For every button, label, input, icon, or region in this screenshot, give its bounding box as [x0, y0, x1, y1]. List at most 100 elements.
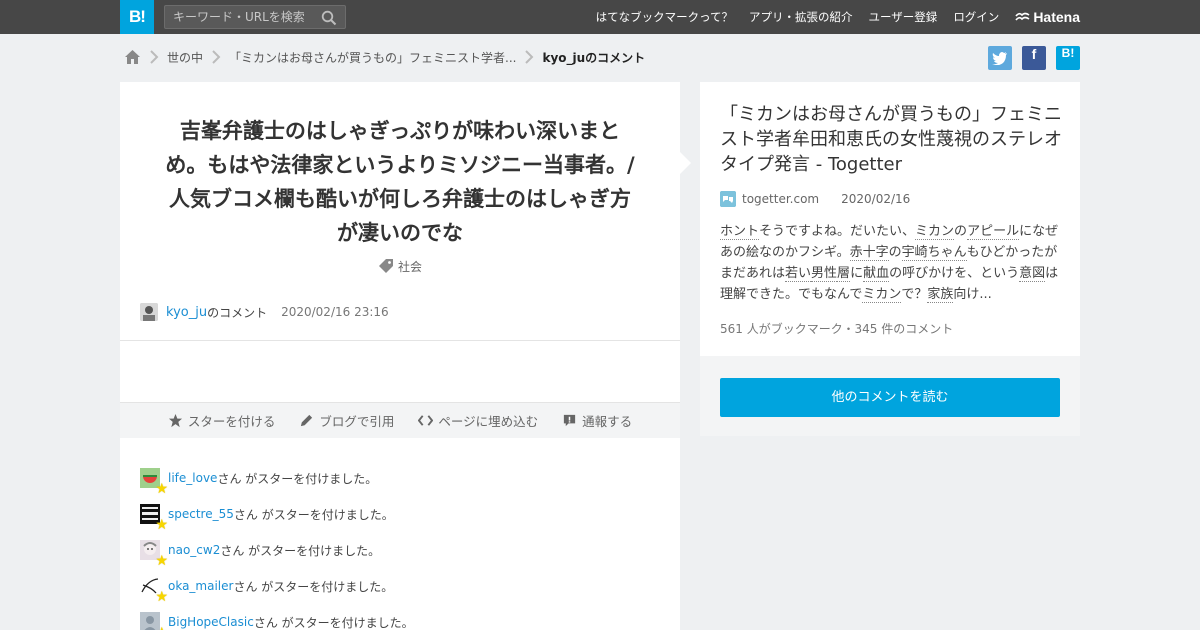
excerpt-text: の	[888, 245, 902, 260]
entry-summary: 「ミカンはお母さんが買うもの」フェミニスト学者牟田和恵氏の女性蔑視のステレオタイ…	[700, 82, 1080, 356]
hatena-bookmark-logo[interactable]: B!	[120, 0, 154, 34]
comment-tag[interactable]: 社会	[120, 258, 680, 275]
breadcrumb-category[interactable]: 世の中	[167, 49, 203, 66]
avatar[interactable]: ★	[140, 504, 168, 532]
keyword-link[interactable]: 若い	[785, 266, 812, 282]
keyword-link[interactable]: 男性	[811, 266, 838, 282]
nav-apps[interactable]: アプリ・拡張の紹介	[749, 9, 853, 25]
entry-meta: togetter.com 2020/02/16	[720, 191, 910, 207]
nav-about[interactable]: はてなブックマークって？	[596, 9, 733, 25]
keyword-link[interactable]: 赤十字	[849, 245, 889, 261]
avatar[interactable]	[140, 303, 158, 321]
chevron-right-icon	[212, 50, 221, 64]
keyword-link[interactable]: 意図	[1019, 266, 1046, 282]
comment-actions: スターを付ける ブログで引用 ページに埋め込む 通報する	[120, 403, 680, 438]
avatar[interactable]: ★	[140, 468, 168, 496]
star-message: さん がスターを付けました。	[220, 543, 381, 558]
share-twitter-button[interactable]	[988, 46, 1012, 70]
keyword-link[interactable]: ホント	[720, 224, 760, 240]
comment-username[interactable]: kyo_ju	[166, 305, 207, 320]
add-star-button[interactable]: スターを付ける	[168, 411, 276, 430]
chevron-right-icon	[150, 50, 159, 64]
twitter-icon	[992, 52, 1007, 66]
facebook-icon: f	[1031, 46, 1037, 62]
star-icon: ★	[155, 626, 168, 630]
comment-text: 吉峯弁護士のはしゃぎっぷりが味わい深いまとめ。もはや法律家というよりミソジニー当…	[165, 119, 635, 245]
home-icon[interactable]	[124, 49, 141, 65]
card-pointer	[680, 152, 691, 174]
star-icon: ★	[155, 481, 168, 497]
hatena-brand-link[interactable]: Hatena	[1015, 9, 1080, 25]
quote-in-blog-button[interactable]: ブログで引用	[299, 411, 394, 430]
avatar-image	[140, 303, 158, 321]
comment-user-line: kyo_ju のコメント 2020/02/16 23:16	[140, 302, 389, 322]
breadcrumb-entry[interactable]: 「ミカンはお母さんが買うもの」フェミニスト学者...	[229, 49, 516, 66]
nav-login[interactable]: ログイン	[953, 9, 999, 25]
entry-domain[interactable]: togetter.com	[742, 192, 819, 206]
keyword-link[interactable]: ミカン	[915, 224, 955, 240]
list-item: ★ nao_cw2 さん がスターを付けました。	[140, 532, 414, 568]
search-icon[interactable]	[321, 10, 337, 26]
entry-title[interactable]: 「ミカンはお母さんが買うもの」フェミニスト学者牟田和恵氏の女性蔑視のステレオタイ…	[720, 102, 1062, 177]
comment-card: 吉峯弁護士のはしゃぎっぷりが味わい深いまとめ。もはや法律家というよりミソジニー当…	[120, 82, 680, 630]
keyword-link[interactable]: アピール	[967, 224, 1020, 240]
share-hatena-button[interactable]: B!	[1056, 46, 1080, 70]
bookmark-counts[interactable]: 561 人がブックマーク・345 件のコメント	[720, 320, 953, 337]
search-input[interactable]	[165, 6, 315, 28]
star-username[interactable]: BigHopeClasic	[168, 615, 254, 629]
site-favicon-icon	[720, 191, 736, 207]
hatena-logo-icon	[1015, 12, 1030, 21]
keyword-link[interactable]: 層	[837, 266, 851, 282]
keyword-link[interactable]: 献血	[863, 266, 890, 282]
list-item: ★ BigHopeClasicさん がスターを付けました。	[140, 604, 414, 630]
list-item: ★ life_love さん がスターを付けました。	[140, 460, 414, 496]
hatena-brand-text: Hatena	[1033, 9, 1080, 25]
entry-card: 「ミカンはお母さんが買うもの」フェミニスト学者牟田和恵氏の女性蔑視のステレオタイ…	[700, 82, 1080, 436]
star-username[interactable]: spectre_55	[168, 507, 234, 521]
star-icon: ★	[155, 517, 168, 533]
keyword-link[interactable]: ミカン	[862, 287, 902, 303]
chevron-right-icon	[525, 50, 534, 64]
avatar[interactable]: ★	[140, 576, 168, 604]
star-icon: ★	[155, 589, 168, 605]
excerpt-text: の呼びかけを、という	[889, 266, 1020, 281]
excerpt-text: の	[954, 224, 968, 239]
pencil-icon	[301, 414, 313, 427]
embed-button[interactable]: ページに埋め込む	[418, 411, 538, 430]
quote-in-blog-label: ブログで引用	[319, 414, 395, 429]
star-username[interactable]: oka_mailer	[168, 579, 233, 593]
star-message: さん がスターを付けました。	[233, 579, 394, 594]
comment-date[interactable]: 2020/02/16 23:16	[281, 305, 389, 319]
entry-date: 2020/02/16	[841, 192, 911, 206]
report-button[interactable]: 通報する	[562, 411, 632, 430]
hatena-bookmark-icon: B!	[1061, 46, 1075, 60]
report-icon	[564, 414, 576, 427]
entry-excerpt: ホントそうですよね。だいたい、ミカンのアピールになぜあの絵なのかフシギ。赤十字の…	[720, 221, 1060, 305]
list-item: ★ spectre_55 さん がスターを付けました。	[140, 496, 414, 532]
breadcrumb: 世の中 「ミカンはお母さんが買うもの」フェミニスト学者... kyo_juのコメ…	[124, 47, 645, 67]
excerpt-text: そうですよね。だいたい、	[759, 224, 916, 239]
tag-label: 社会	[397, 260, 422, 274]
keyword-link[interactable]: 家族	[927, 287, 954, 303]
divider	[120, 340, 680, 341]
search-box	[164, 5, 346, 29]
tag-icon	[378, 259, 393, 273]
breadcrumb-current: kyo_juのコメント	[542, 50, 646, 65]
avatar[interactable]: ★	[140, 612, 168, 630]
excerpt-text: に	[850, 266, 864, 281]
add-star-label: スターを付ける	[187, 414, 276, 429]
keyword-link[interactable]: 宇崎ちゃん	[901, 245, 967, 261]
star-username[interactable]: life_love	[168, 471, 217, 485]
star-username[interactable]: nao_cw2	[168, 543, 220, 557]
report-label: 通報する	[582, 414, 633, 429]
top-bar: B! はてなブックマークって？ アプリ・拡張の紹介 ユーザー登録 ログイン Ha…	[0, 0, 1200, 34]
nav-register[interactable]: ユーザー登録	[869, 9, 938, 25]
star-icon: ★	[155, 553, 168, 569]
excerpt-text: 向け...	[953, 287, 992, 302]
star-icon	[168, 413, 182, 428]
avatar[interactable]: ★	[140, 540, 168, 568]
excerpt-text: で？	[901, 287, 928, 302]
read-other-comments-button[interactable]: 他のコメントを読む	[720, 378, 1060, 417]
star-message: さん がスターを付けました。	[217, 471, 378, 486]
share-facebook-button[interactable]: f	[1022, 46, 1046, 70]
